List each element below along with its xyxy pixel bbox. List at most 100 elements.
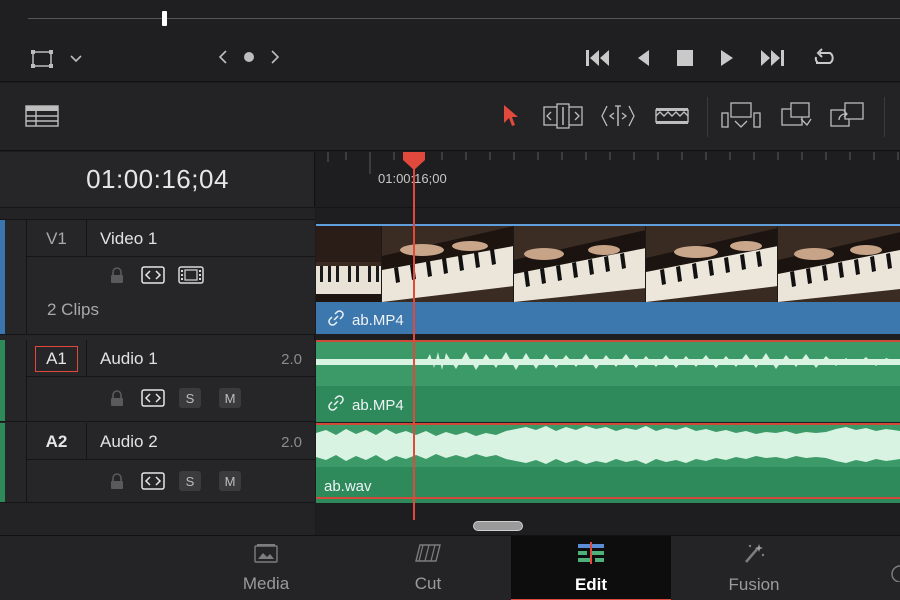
mute-button[interactable]: M xyxy=(219,471,241,491)
page-tab-label: Fusion xyxy=(728,575,780,594)
track-header-a2[interactable]: A2 Audio 2 2.0 S M xyxy=(0,423,315,503)
dynamic-trim-icon[interactable] xyxy=(598,99,638,133)
page-tab-cut[interactable]: Cut xyxy=(348,536,508,600)
page-tab-label: Cut xyxy=(414,574,442,593)
timeline-view-options-icon[interactable] xyxy=(24,99,60,133)
auto-select-icon[interactable] xyxy=(141,265,165,285)
play-icon[interactable] xyxy=(712,44,742,72)
timeline-horizontal-scrollbar[interactable] xyxy=(473,521,523,531)
solo-button[interactable]: S xyxy=(179,388,201,408)
clip-selection-border xyxy=(316,423,900,425)
track-channels: 2.0 xyxy=(281,434,302,451)
playhead-handle[interactable] xyxy=(403,152,425,170)
track-select-column[interactable] xyxy=(5,423,27,502)
timeline-area[interactable]: 01:00:16;00 ab.MP4 xyxy=(316,152,900,535)
media-icon xyxy=(254,543,278,568)
trim-edit-tool-icon[interactable] xyxy=(542,99,584,133)
audio-clip-a1[interactable]: ab.MP4 xyxy=(316,340,900,422)
video-clip-thumbnails xyxy=(316,226,900,302)
audio-clip-a2[interactable]: ab.wav xyxy=(316,423,900,503)
lock-icon[interactable] xyxy=(106,388,128,408)
track-name[interactable]: Audio 2 xyxy=(100,432,158,452)
clip-thumbnail xyxy=(646,226,778,302)
go-to-last-frame-icon[interactable] xyxy=(754,44,790,72)
transform-icon[interactable] xyxy=(28,46,56,72)
clip-thumbnail xyxy=(778,226,900,302)
track-select-column[interactable] xyxy=(5,340,27,421)
loop-icon[interactable] xyxy=(806,44,842,72)
go-to-first-frame-icon[interactable] xyxy=(580,44,616,72)
audio-waveform-a2 xyxy=(316,426,900,464)
page-navigation-bar: Media Cut Edit Fusion xyxy=(0,535,900,600)
fusion-icon xyxy=(742,542,766,569)
video-clip-name: ab.MP4 xyxy=(352,311,404,329)
chevron-left-icon[interactable] xyxy=(218,49,228,69)
chevron-down-icon[interactable] xyxy=(66,48,86,70)
page-tab-fusion[interactable]: Fusion xyxy=(674,536,834,600)
track-header-row: V1 Video 1 xyxy=(27,220,315,257)
track-name[interactable]: Video 1 xyxy=(100,229,157,249)
viewer-scrubber-handle[interactable] xyxy=(162,11,167,26)
link-icon xyxy=(328,395,344,415)
edit-icon xyxy=(576,542,606,569)
clip-selection-border xyxy=(316,497,900,499)
playhead[interactable] xyxy=(413,152,415,520)
blade-edit-icon[interactable] xyxy=(654,99,690,133)
insert-clip-icon[interactable] xyxy=(720,99,762,133)
play-reverse-icon[interactable] xyxy=(628,44,658,72)
track-header-v1[interactable]: V1 Video 1 2 Clips xyxy=(0,220,315,335)
stop-icon[interactable] xyxy=(670,44,700,72)
track-id[interactable]: A1 xyxy=(27,340,87,377)
toolbar-divider xyxy=(884,97,885,137)
edit-toolbar xyxy=(0,83,900,151)
audio-clip-name: ab.wav xyxy=(324,478,372,495)
selection-tool-icon[interactable] xyxy=(496,99,526,133)
dot-icon[interactable] xyxy=(243,50,255,68)
timeline-footer xyxy=(316,503,900,535)
replace-clip-icon[interactable] xyxy=(828,99,868,133)
auto-select-icon[interactable] xyxy=(141,388,165,408)
auto-select-icon[interactable] xyxy=(141,471,165,491)
track-name[interactable]: Audio 1 xyxy=(100,349,158,369)
toolbar-divider xyxy=(707,97,708,137)
track-header-panel: 01:00:16;04 V1 Video 1 2 Clips A1 Audio … xyxy=(0,152,315,535)
track-select-column[interactable] xyxy=(5,220,27,334)
lock-icon[interactable] xyxy=(106,471,128,491)
cut-icon xyxy=(414,543,442,568)
viewer-transport-bar xyxy=(0,0,900,82)
audio-clip-label: ab.wav xyxy=(324,478,372,495)
audio-clip-name: ab.MP4 xyxy=(352,396,404,414)
clip-thumbnail xyxy=(514,226,646,302)
film-strip-icon[interactable] xyxy=(178,265,204,285)
lock-icon[interactable] xyxy=(106,265,128,285)
clip-selection-border xyxy=(316,340,900,342)
page-tab-label: Media xyxy=(242,574,290,593)
track-channels: 2.0 xyxy=(281,351,302,368)
page-tab-media[interactable]: Media xyxy=(186,536,346,600)
clip-thumbnail xyxy=(316,226,382,302)
solo-button[interactable]: S xyxy=(179,471,201,491)
timeline-timecode[interactable]: 01:00:16;04 xyxy=(0,152,315,208)
link-icon xyxy=(328,310,344,330)
clip-thumbnail xyxy=(382,226,514,302)
chevron-right-icon[interactable] xyxy=(270,49,280,69)
page-tab-color-partial[interactable] xyxy=(888,552,900,582)
video-clip[interactable]: ab.MP4 xyxy=(316,224,900,334)
track-destination-a1[interactable]: A1 xyxy=(35,345,78,372)
track-header-spacer xyxy=(0,208,315,220)
viewer-scrubber-track[interactable] xyxy=(28,18,900,19)
track-id[interactable]: V1 xyxy=(27,220,87,257)
audio-waveform-a1 xyxy=(316,352,900,370)
track-header-a1[interactable]: A1 Audio 1 2.0 S M xyxy=(0,340,315,422)
page-tab-label: Edit xyxy=(574,575,608,594)
track-id[interactable]: A2 xyxy=(27,423,87,460)
overwrite-clip-icon[interactable] xyxy=(778,99,814,133)
track-header-footer xyxy=(0,503,315,535)
mute-button[interactable]: M xyxy=(219,388,241,408)
page-tab-edit[interactable]: Edit xyxy=(511,536,671,600)
audio-clip-label: ab.MP4 xyxy=(328,395,404,415)
track-clip-count: 2 Clips xyxy=(47,300,99,319)
track-header-row: A1 Audio 1 2.0 xyxy=(27,340,315,377)
track-header-row: A2 Audio 2 2.0 xyxy=(27,423,315,460)
video-clip-label: ab.MP4 xyxy=(328,310,404,330)
